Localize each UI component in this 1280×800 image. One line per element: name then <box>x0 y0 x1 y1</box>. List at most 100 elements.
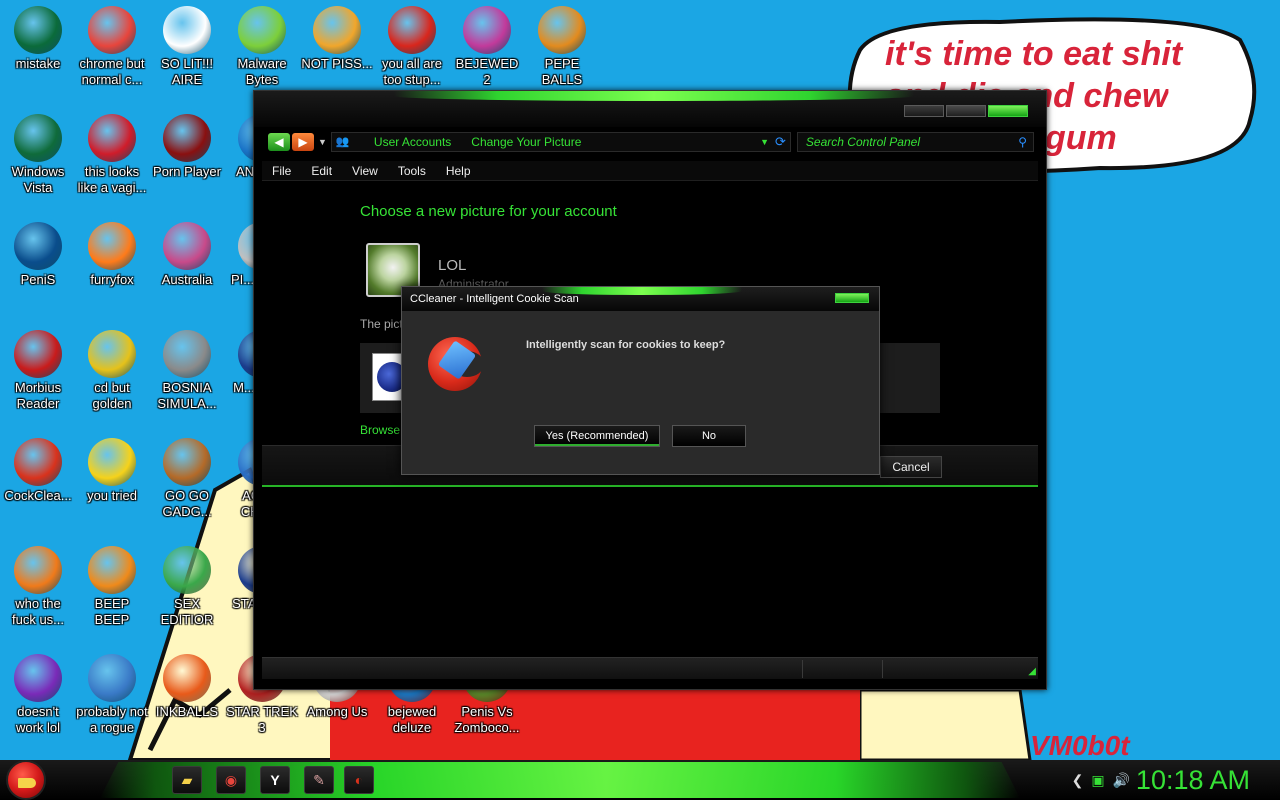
yes-recommended-button[interactable]: Yes (Recommended) <box>534 425 660 447</box>
desktop-icon-label: INKBALLS <box>155 704 219 719</box>
desktop-icon[interactable]: this looks like a vagi... <box>74 108 150 208</box>
solitaire-cards-icon <box>163 6 211 54</box>
paint-icon[interactable]: ✎ <box>304 766 334 794</box>
desktop-icon[interactable]: PeniS <box>0 216 76 316</box>
desktop-icon[interactable]: SO LIT!!! AIRE <box>149 0 225 100</box>
desktop-icon-label: probably not a rogue <box>76 704 148 735</box>
no-button[interactable]: No <box>672 425 746 447</box>
desktop-icon[interactable]: NOT PISS... <box>299 0 375 100</box>
window-titlebar[interactable] <box>254 91 1046 127</box>
desktop-icon-label: NOT PISS... <box>301 56 373 71</box>
desktop-icon[interactable]: Australia <box>149 216 225 316</box>
search-input[interactable] <box>805 135 1019 149</box>
gold-star-icon <box>88 438 136 486</box>
angry-birds-pig-icon <box>313 6 361 54</box>
resize-grip-icon[interactable]: ◢ <box>1028 666 1036 677</box>
desktop-icon[interactable]: PEPE BALLS <box>524 0 600 100</box>
search-icon[interactable]: ⚲ <box>1018 135 1027 149</box>
desktop-icon[interactable]: Porn Player <box>149 108 225 208</box>
desktop-icon[interactable]: doesn't work lol <box>0 648 76 748</box>
minesweeper-icon <box>163 330 211 378</box>
desktop-icon-label: Malware Bytes <box>237 56 287 87</box>
address-dropdown-icon[interactable]: ▼ <box>760 137 769 147</box>
forward-arrow-icon[interactable]: ▶ <box>292 133 314 151</box>
desktop-icon[interactable]: BEEP BEEP <box>74 540 150 640</box>
recent-pages-dropdown-icon[interactable]: ▼ <box>318 137 327 147</box>
desktop-icon-label: STAR TREK 3 <box>226 704 298 735</box>
desktop-icon-label: you tried <box>87 488 137 503</box>
desktop-icon[interactable]: furryfox <box>74 216 150 316</box>
maximize-button[interactable] <box>946 105 986 117</box>
wallpaper-signature: VM0b0t <box>1030 730 1130 761</box>
breadcrumb-change-picture[interactable]: Change Your Picture <box>471 135 581 149</box>
system-tray: ❮ ▣ 🔊 <box>1072 772 1130 789</box>
yandex-icon[interactable]: Y <box>260 766 290 794</box>
menu-help[interactable]: Help <box>436 164 481 178</box>
photoshop-icon <box>14 222 62 270</box>
chrome-icon[interactable]: ◉ <box>216 766 246 794</box>
desktop-icon[interactable]: BEJEWED 2 <box>449 0 525 100</box>
desktop-icon[interactable]: INKBALLS <box>149 648 225 748</box>
desktop-icon-label: BEEP BEEP <box>94 596 130 627</box>
search-box[interactable]: ⚲ <box>796 132 1034 152</box>
inkball-icon <box>163 654 211 702</box>
desktop-icon[interactable]: who the fuck us... <box>0 540 76 640</box>
desktop-icon-label: chrome but normal c... <box>79 56 145 87</box>
desktop-icon[interactable]: SEX EDITIOR <box>149 540 225 640</box>
start-button-angry-bird-icon[interactable] <box>6 760 46 800</box>
opera-icon <box>88 114 136 162</box>
menu-file[interactable]: File <box>262 164 301 178</box>
dialog-close-button[interactable] <box>835 293 869 303</box>
minimize-button[interactable] <box>904 105 944 117</box>
refresh-icon[interactable]: ⟳ <box>775 134 786 150</box>
cancel-button[interactable]: Cancel <box>880 456 942 478</box>
breadcrumb-user-accounts[interactable]: User Accounts <box>374 135 451 149</box>
desktop-icon[interactable]: you all are too stup... <box>374 0 450 100</box>
desktop-icon[interactable]: Windows Vista <box>0 108 76 208</box>
desktop-icon-label: furryfox <box>90 272 134 287</box>
desktop-icon-label: CockClea... <box>4 488 72 503</box>
desktop-icon-label: Porn Player <box>153 164 221 179</box>
menu-tools[interactable]: Tools <box>388 164 436 178</box>
desktop-icon-label: BOSNIA SIMULA... <box>157 380 217 411</box>
desktop-icon-label: SEX EDITIOR <box>160 596 214 627</box>
desktop-icon[interactable]: mistake <box>0 0 76 100</box>
desktop-icon[interactable]: cd but golden <box>74 324 150 424</box>
pepe-icon <box>538 6 586 54</box>
bubble-text-line1: it's time to eat shit <box>885 35 1183 73</box>
bubble-text-line3: gum <box>1045 119 1117 157</box>
volume-icon[interactable]: 🔊 <box>1113 772 1130 789</box>
user-accounts-icon: 👥 <box>335 136 350 148</box>
titlebar-glow <box>394 91 914 101</box>
close-button[interactable] <box>988 105 1028 117</box>
desktop-icon[interactable]: probably not a rogue <box>74 648 150 748</box>
dialog-titlebar[interactable]: CCleaner - Intelligent Cookie Scan <box>402 287 879 311</box>
ccleaner-icon <box>14 438 62 486</box>
status-divider <box>802 660 803 678</box>
desktop-icon[interactable]: you tried <box>74 432 150 532</box>
show-hidden-icons-icon[interactable]: ❮ <box>1072 772 1084 789</box>
desktop-icon[interactable]: GO GO GADG... <box>149 432 225 532</box>
desktop-icon-label: Among Us <box>306 704 368 719</box>
desktop-icon[interactable]: BOSNIA SIMULA... <box>149 324 225 424</box>
desktop-icon[interactable]: Malware Bytes <box>224 0 300 100</box>
menu-view[interactable]: View <box>342 164 388 178</box>
chrome-icon <box>88 6 136 54</box>
browse-pictures-link[interactable]: Browse <box>360 423 400 437</box>
desktop-icon-label: you all are too stup... <box>382 56 442 87</box>
folder-icon[interactable]: ▰ <box>172 766 202 794</box>
desktop-icon[interactable]: chrome but normal c... <box>74 0 150 100</box>
status-divider <box>882 660 883 678</box>
desktop-icon[interactable]: CockClea... <box>0 432 76 532</box>
action-center-icon[interactable]: ▣ <box>1091 772 1104 789</box>
vlc-cone-icon <box>88 546 136 594</box>
desktop-icon[interactable]: Morbius Reader <box>0 324 76 424</box>
desktop-icon-label: mistake <box>15 56 61 71</box>
taskbar-clock[interactable]: 10:18 AM <box>1136 765 1250 796</box>
desktop-icon-label: PeniS <box>20 272 56 287</box>
menu-edit[interactable]: Edit <box>301 164 342 178</box>
back-arrow-icon[interactable]: ◀ <box>268 133 290 151</box>
ccleaner-icon[interactable]: ◐ <box>344 766 374 794</box>
desktop-icon-label: bejewed deluze <box>387 704 437 735</box>
address-field[interactable]: 👥 User Accounts Change Your Picture ▼ ⟳ <box>330 132 791 152</box>
